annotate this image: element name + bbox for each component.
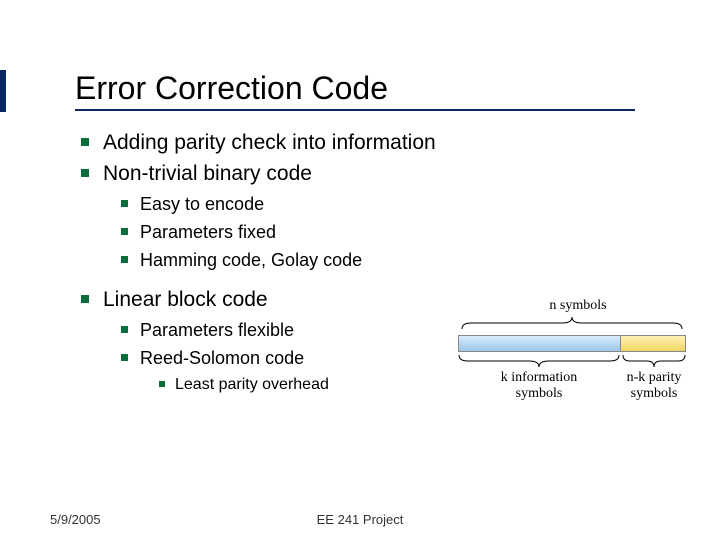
codeword-bar — [458, 335, 686, 352]
nk-parity-label: n-k paritysymbols — [622, 370, 686, 402]
info-segment — [459, 336, 621, 351]
bullet-square-icon — [159, 381, 165, 387]
bullet-text: Parameters fixed — [140, 220, 276, 244]
bullet-text: Adding parity check into information — [103, 129, 436, 156]
footer-center: EE 241 Project — [0, 512, 720, 527]
k-info-label: k informationsymbols — [458, 370, 620, 402]
brace-k-icon — [458, 354, 620, 368]
slide-title: Error Correction Code — [75, 70, 635, 111]
parity-segment — [621, 336, 685, 351]
title-wrap: Error Correction Code — [75, 70, 675, 111]
title-accent-bar — [0, 70, 6, 112]
bullet-text: Easy to encode — [140, 192, 264, 216]
bullet-text: Linear block code — [103, 286, 268, 313]
codeword-diagram: n symbols k informationsymbols n-k parit… — [458, 298, 690, 402]
bullet-l1: Adding parity check into information — [81, 129, 675, 156]
bullet-square-icon — [81, 295, 89, 303]
bullet-l2: Hamming code, Golay code — [121, 248, 675, 272]
bullet-l2: Easy to encode — [121, 192, 675, 216]
bullet-l2: Parameters fixed — [121, 220, 675, 244]
bullet-text: Reed-Solomon code — [140, 346, 304, 370]
bullet-sublist: Easy to encode Parameters fixed Hamming … — [121, 192, 675, 273]
bullet-l1: Non-trivial binary code — [81, 160, 675, 187]
bullet-square-icon — [121, 200, 128, 207]
bullet-text: Least parity overhead — [175, 374, 329, 396]
bullet-square-icon — [121, 256, 128, 263]
bullet-square-icon — [81, 169, 89, 177]
brace-top-icon — [461, 316, 683, 330]
bullet-square-icon — [121, 354, 128, 361]
bullet-square-icon — [81, 138, 89, 146]
diagram-labels: k informationsymbols n-k paritysymbols — [458, 370, 690, 402]
slide: Error Correction Code Adding parity chec… — [0, 0, 720, 540]
bullet-text: Hamming code, Golay code — [140, 248, 362, 272]
bullet-text: Non-trivial binary code — [103, 160, 312, 187]
brace-nk-icon — [622, 354, 686, 368]
bullet-text: Parameters flexible — [140, 318, 294, 342]
bullet-square-icon — [121, 326, 128, 333]
n-symbols-label: n symbols — [458, 298, 690, 314]
bullet-square-icon — [121, 228, 128, 235]
